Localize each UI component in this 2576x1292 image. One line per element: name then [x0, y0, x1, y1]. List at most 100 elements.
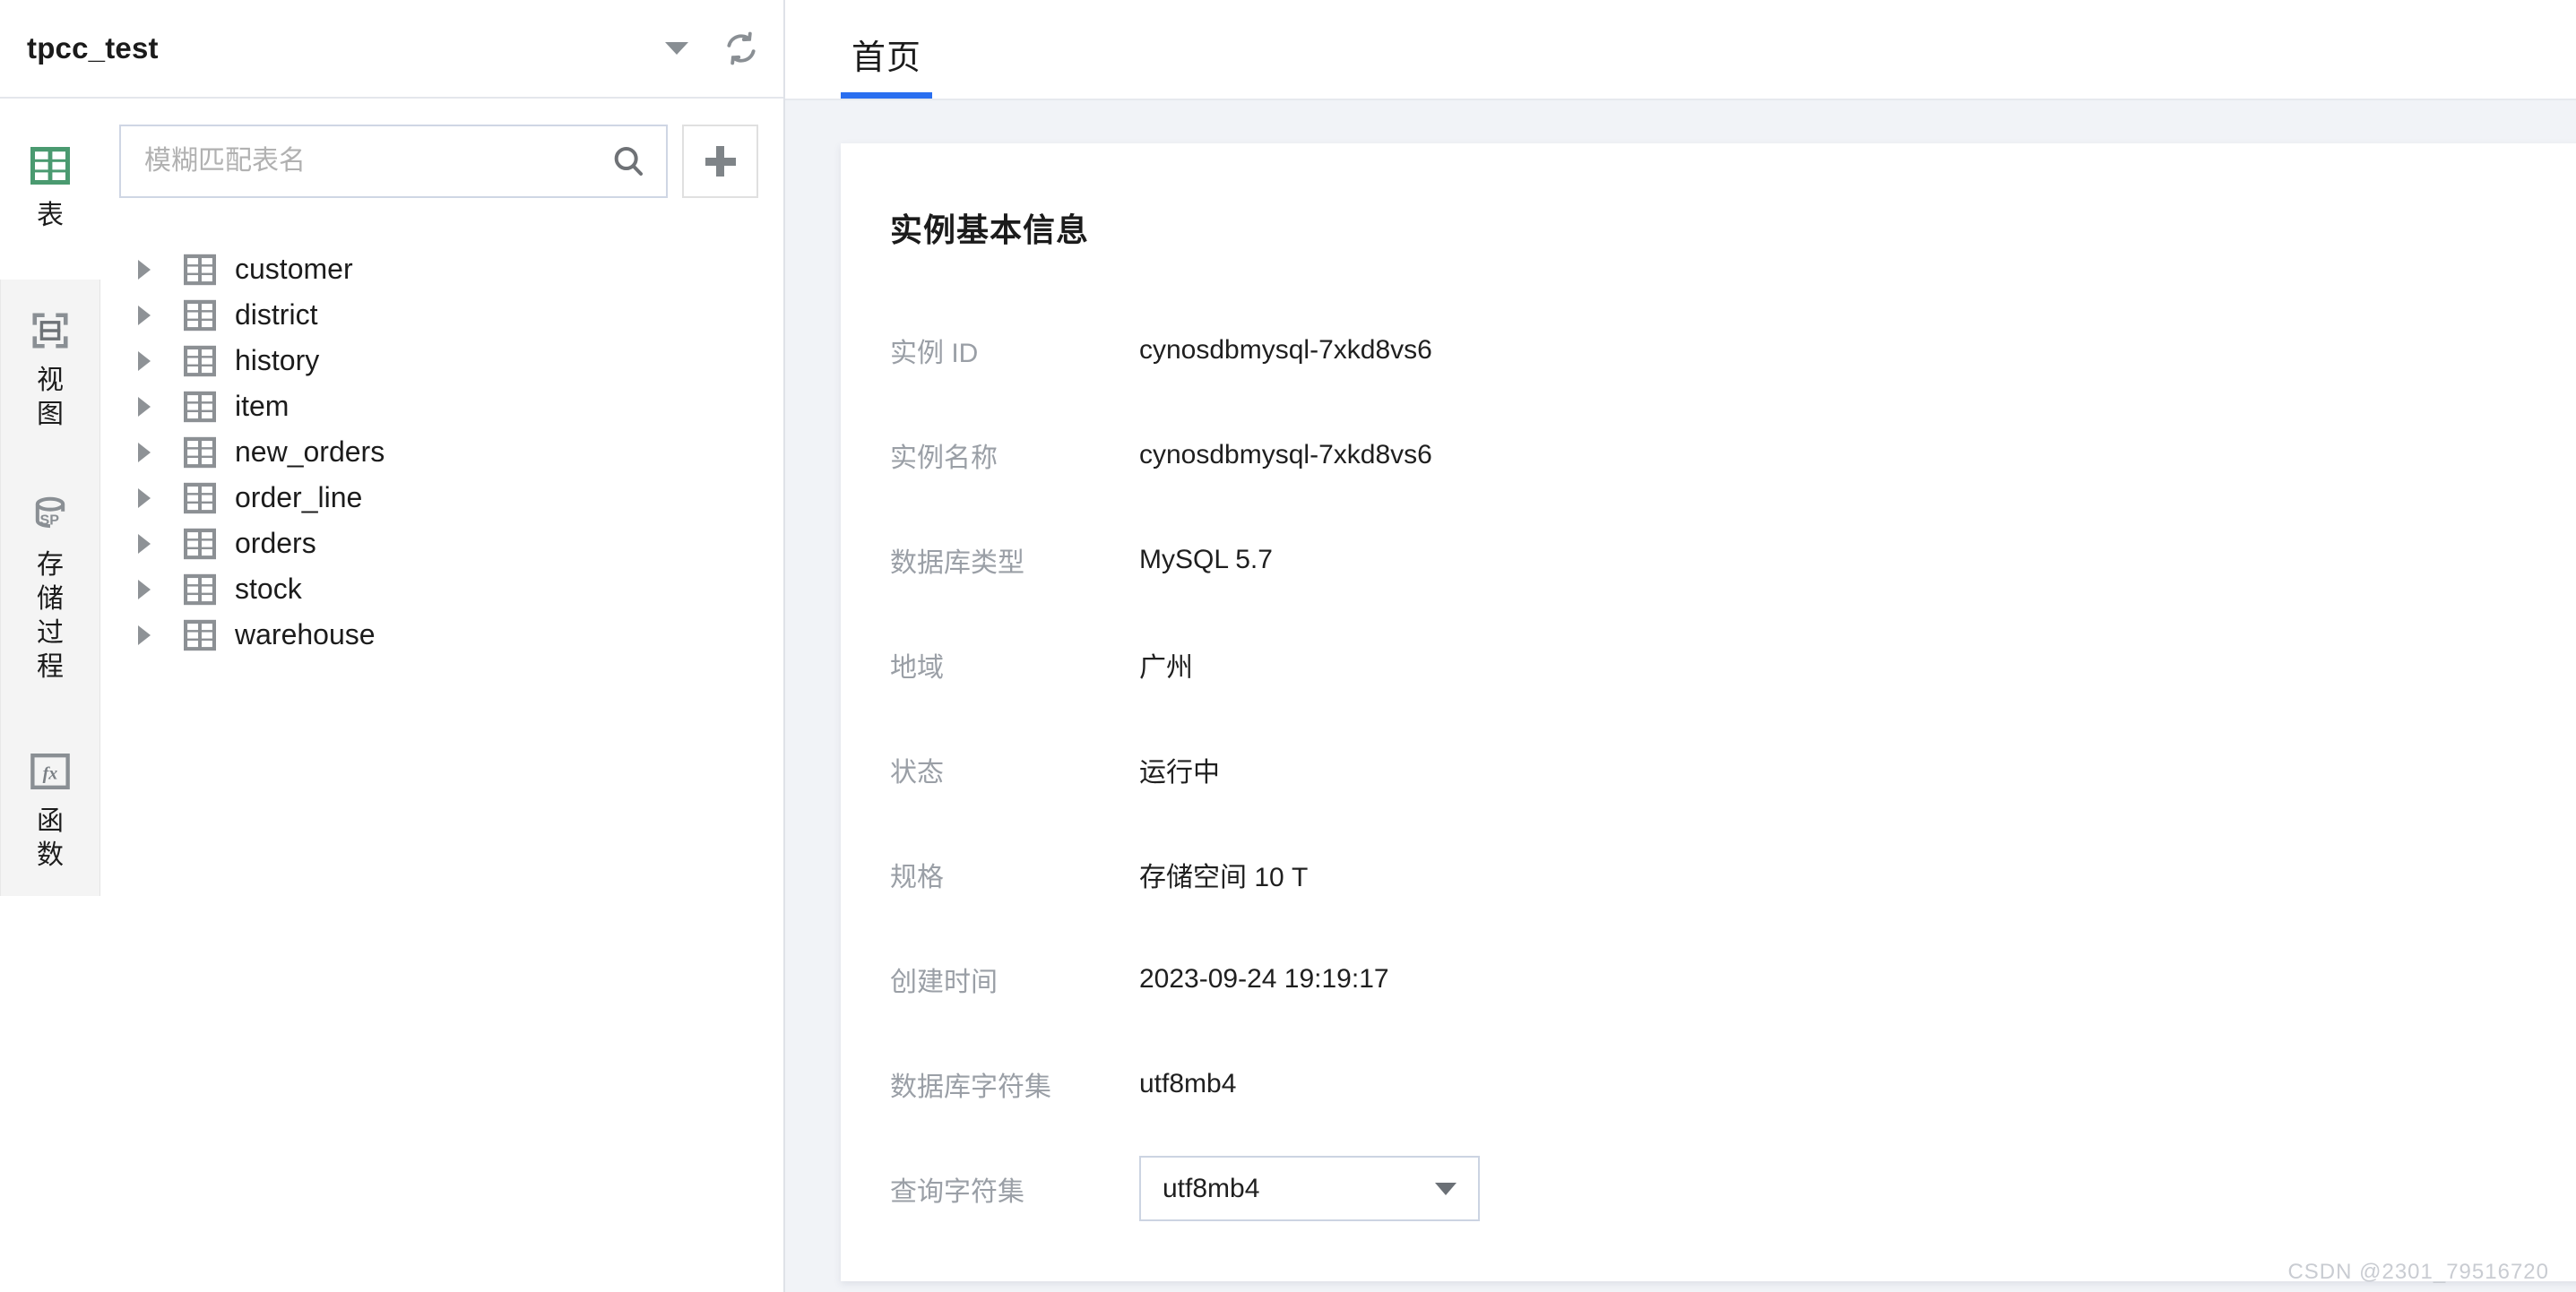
table-name: history	[235, 344, 320, 376]
add-table-button[interactable]	[682, 125, 758, 198]
select-value: utf8mb4	[1163, 1173, 1260, 1203]
info-value: 2023-09-24 19:19:17	[1139, 963, 1389, 994]
expand-arrow-icon[interactable]	[138, 487, 151, 508]
sidebar-item-label: 视图	[37, 366, 64, 429]
view-frame-icon	[30, 310, 71, 351]
sidebar-item-table[interactable]: 表	[0, 125, 100, 256]
sidebar-item-function[interactable]: fx 函数	[0, 708, 100, 896]
list-item[interactable]: warehouse	[100, 612, 787, 658]
info-label: 创建时间	[890, 967, 998, 997]
category-rail: 表 视图 SP 存储过程 fx 函数	[0, 99, 100, 1292]
info-row-instance-id: 实例 ID cynosdbmysql-7xkd8vs6	[890, 297, 2576, 402]
expand-arrow-icon[interactable]	[138, 442, 151, 462]
expand-arrow-icon[interactable]	[138, 579, 151, 599]
info-label: 数据库字符集	[890, 1072, 1051, 1102]
info-row-status: 状态 运行中	[890, 717, 2576, 822]
table-tree: customer district history item new_order…	[100, 198, 787, 658]
table-name: customer	[235, 253, 353, 285]
list-item[interactable]: stock	[100, 566, 787, 612]
search-box[interactable]	[119, 125, 668, 198]
list-item[interactable]: orders	[100, 521, 787, 566]
info-label: 查询字符集	[890, 1176, 1024, 1207]
table-grid-icon	[30, 145, 71, 186]
table-name: item	[235, 390, 290, 422]
watermark: CSDN @2301_79516720	[2287, 1260, 2549, 1284]
table-icon	[184, 482, 216, 513]
rail-spacer	[0, 256, 100, 280]
info-value: cynosdbmysql-7xkd8vs6	[1139, 439, 1432, 469]
info-label: 数据库类型	[890, 547, 1024, 578]
list-item[interactable]: history	[100, 338, 787, 383]
table-icon	[184, 436, 216, 468]
info-value: 广州	[1139, 652, 1193, 683]
info-row-create-time: 创建时间 2023-09-24 19:19:17	[890, 926, 2576, 1031]
table-name: orders	[235, 527, 316, 559]
query-charset-select[interactable]: utf8mb4	[1139, 1156, 1480, 1221]
page-title: 实例基本信息	[890, 211, 1090, 248]
expand-arrow-icon[interactable]	[138, 396, 151, 417]
plus-icon	[705, 146, 736, 177]
info-value: utf8mb4	[1139, 1068, 1237, 1098]
info-value: MySQL 5.7	[1139, 544, 1273, 574]
stored-procedure-icon: SP	[30, 495, 71, 536]
info-label: 实例 ID	[890, 338, 979, 368]
tab-bar: 首页	[785, 0, 2576, 100]
chevron-down-icon[interactable]	[661, 33, 692, 64]
table-icon	[184, 345, 216, 376]
left-panel: tpcc_test 表 视图 SP 存储过程 fx 函数 模糊匹配表名 cust…	[0, 0, 785, 1292]
expand-arrow-icon[interactable]	[138, 533, 151, 554]
table-icon	[184, 573, 216, 605]
search-icon[interactable]	[610, 143, 646, 179]
list-item[interactable]: district	[100, 292, 787, 338]
chevron-down-icon	[1435, 1182, 1457, 1195]
info-label: 状态	[890, 757, 944, 788]
instance-info-card: 实例基本信息 实例 ID cynosdbmysql-7xkd8vs6 实例名称 …	[841, 143, 2576, 1281]
info-row-query-charset: 查询字符集 utf8mb4	[890, 1136, 2576, 1241]
table-name: new_orders	[235, 435, 385, 468]
tab-label: 首页	[851, 39, 922, 77]
database-name: tpcc_test	[27, 31, 159, 65]
table-name: warehouse	[235, 618, 376, 650]
list-item[interactable]: new_orders	[100, 429, 787, 475]
expand-arrow-icon[interactable]	[138, 305, 151, 325]
list-item[interactable]: customer	[100, 246, 787, 292]
info-value: cynosdbmysql-7xkd8vs6	[1139, 334, 1432, 365]
table-icon	[184, 391, 216, 422]
info-row-database-type: 数据库类型 MySQL 5.7	[890, 507, 2576, 612]
table-icon	[184, 528, 216, 559]
table-name: order_line	[235, 481, 363, 513]
expand-arrow-icon[interactable]	[138, 350, 151, 371]
fx-function-icon: fx	[30, 751, 71, 792]
sidebar-item-label: 表	[37, 201, 64, 230]
info-row-spec: 规格 存储空间 10 T	[890, 822, 2576, 926]
svg-text:fx: fx	[43, 763, 58, 783]
sidebar-item-view[interactable]: 视图	[0, 280, 100, 455]
database-header: tpcc_test	[0, 0, 783, 99]
content-area: 实例基本信息 实例 ID cynosdbmysql-7xkd8vs6 实例名称 …	[785, 100, 2576, 1292]
expand-arrow-icon[interactable]	[138, 259, 151, 280]
expand-arrow-icon[interactable]	[138, 624, 151, 645]
table-icon	[184, 254, 216, 285]
status-badge: 运行中	[1139, 757, 1220, 788]
info-label: 实例名称	[890, 443, 998, 473]
instance-info-list: 实例 ID cynosdbmysql-7xkd8vs6 实例名称 cynosdb…	[841, 251, 2576, 1241]
search-row	[100, 99, 787, 198]
app-root: tpcc_test 表 视图 SP 存储过程 fx 函数 模糊匹配表名 cust…	[0, 0, 2576, 1292]
info-label: 规格	[890, 862, 944, 892]
list-item[interactable]: item	[100, 383, 787, 429]
sidebar-item-label: 函数	[37, 806, 64, 870]
refresh-icon[interactable]	[722, 30, 760, 67]
list-item[interactable]: order_line	[100, 475, 787, 521]
right-panel: 首页 实例基本信息 实例 ID cynosdbmysql-7xkd8vs6 实例…	[785, 0, 2576, 1292]
sidebar-item-label: 存储过程	[37, 550, 64, 682]
info-label: 地域	[890, 652, 944, 683]
table-name: district	[235, 298, 318, 331]
info-row-instance-name: 实例名称 cynosdbmysql-7xkd8vs6	[890, 402, 2576, 507]
info-row-db-charset: 数据库字符集 utf8mb4	[890, 1031, 2576, 1136]
left-panel-body: 表 视图 SP 存储过程 fx 函数 模糊匹配表名 customer distr…	[0, 99, 783, 1292]
search-input[interactable]	[144, 146, 610, 177]
tab-home[interactable]: 首页	[841, 9, 933, 99]
sidebar-item-stored-procedure[interactable]: SP 存储过程	[0, 455, 100, 708]
table-icon	[184, 299, 216, 331]
info-value: 存储空间 10 T	[1139, 862, 1309, 892]
